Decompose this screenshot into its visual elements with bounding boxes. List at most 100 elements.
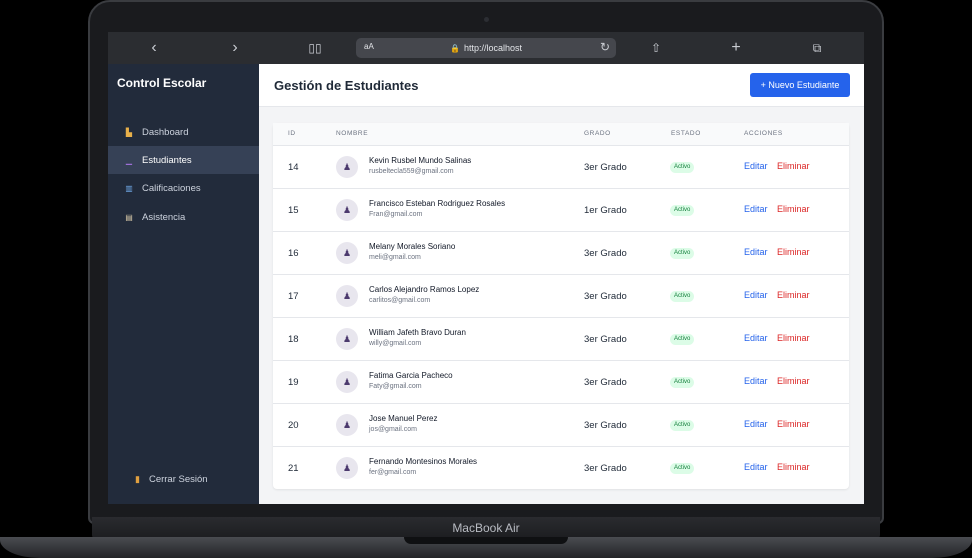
sidebar-item-calificaciones[interactable]: ▥ Calificaciones bbox=[108, 174, 259, 202]
edit-link[interactable]: Editar bbox=[744, 333, 768, 343]
screen: ‹ › ▯▯ aA 🔒 http://localhost ↻ ⇧ + ⧉ Con… bbox=[108, 32, 864, 504]
student-id: 20 bbox=[288, 420, 299, 431]
student-grade: 3er Grado bbox=[584, 248, 627, 259]
status-badge: Activo bbox=[670, 420, 695, 431]
user-icon: ♟ bbox=[336, 328, 358, 350]
lock-icon: 🔒 bbox=[449, 43, 460, 53]
logout-label: Cerrar Sesión bbox=[148, 474, 208, 485]
student-email: meli@gmail.com bbox=[369, 254, 421, 261]
table-row: 20 ♟ Jose Manuel Perez jos@gmail.com 3er Gra… bbox=[273, 403, 849, 446]
student-grade: 3er Grado bbox=[584, 162, 627, 173]
device-label: MacBook Air bbox=[452, 521, 520, 535]
table-row: 16 ♟ Melany Morales Soriano meli@gmail.com 3… bbox=[273, 231, 849, 274]
text-size-button[interactable]: aA bbox=[364, 42, 374, 51]
delete-link[interactable]: Eliminar bbox=[777, 290, 810, 300]
student-grade: 3er Grado bbox=[584, 334, 627, 345]
table-row: 18 ♟ William Jafeth Bravo Duran willy@gmail… bbox=[273, 317, 849, 360]
new-tab-icon[interactable]: + bbox=[726, 38, 746, 58]
student-email: rusbeltecla559@gmail.com bbox=[369, 168, 454, 175]
school-icon: ▙ bbox=[125, 127, 133, 137]
edit-link[interactable]: Editar bbox=[744, 462, 768, 472]
status-badge: Activo bbox=[670, 205, 695, 216]
url-text: http://localhost bbox=[463, 43, 522, 53]
status-badge: Activo bbox=[670, 463, 695, 474]
student-email: Fran@gmail.com bbox=[369, 211, 423, 218]
student-id: 18 bbox=[288, 334, 299, 345]
edit-link[interactable]: Editar bbox=[744, 161, 768, 171]
delete-link[interactable]: Eliminar bbox=[777, 247, 810, 257]
clipboard-icon: ▤ bbox=[125, 212, 133, 222]
student-grade: 3er Grado bbox=[584, 377, 627, 388]
user-icon: ♟ bbox=[336, 371, 358, 393]
chart-icon: ▥ bbox=[125, 183, 133, 193]
student-id: 16 bbox=[288, 248, 299, 259]
tabs-icon[interactable]: ⧉ bbox=[807, 38, 827, 58]
student-grade: 3er Grado bbox=[584, 463, 627, 474]
table-row: 14 ♟ Kevin Rusbel Mundo Salinas rusbeltecla… bbox=[273, 145, 849, 188]
door-icon: ▮ bbox=[135, 474, 140, 484]
student-email: willy@gmail.com bbox=[369, 340, 422, 347]
book-icon[interactable]: ▯▯ bbox=[305, 38, 325, 58]
laptop-notch bbox=[404, 537, 568, 544]
delete-link[interactable]: Eliminar bbox=[777, 376, 810, 386]
student-email: carlitos@gmail.com bbox=[369, 297, 431, 304]
status-badge: Activo bbox=[670, 291, 695, 302]
share-icon[interactable]: ⇧ bbox=[646, 38, 666, 58]
browser-toolbar: ‹ › ▯▯ aA 🔒 http://localhost ↻ ⇧ + ⧉ bbox=[108, 32, 864, 64]
back-icon[interactable]: ‹ bbox=[144, 38, 164, 58]
student-email: fer@gmail.com bbox=[369, 469, 417, 476]
sidebar-item-asistencia[interactable]: ▤ Asistencia bbox=[108, 203, 259, 231]
delete-link[interactable]: Eliminar bbox=[777, 462, 810, 472]
student-name: Melany Morales Soriano bbox=[369, 242, 456, 251]
student-email: jos@gmail.com bbox=[369, 426, 417, 433]
delete-link[interactable]: Eliminar bbox=[777, 204, 810, 214]
student-id: 15 bbox=[288, 205, 299, 216]
delete-link[interactable]: Eliminar bbox=[777, 161, 810, 171]
delete-link[interactable]: Eliminar bbox=[777, 419, 810, 429]
new-student-button[interactable]: + Nuevo Estudiante bbox=[750, 73, 850, 97]
student-grade: 1er Grado bbox=[584, 205, 627, 216]
sidebar-item-estudiantes[interactable]: ▁ Estudiantes bbox=[108, 146, 259, 174]
address-bar[interactable]: aA 🔒 http://localhost ↻ bbox=[356, 38, 616, 58]
user-icon: ♟ bbox=[336, 199, 358, 221]
page-header: Gestión de Estudiantes + Nuevo Estudiant… bbox=[259, 64, 864, 107]
status-badge: Activo bbox=[670, 334, 695, 345]
sidebar-item-label: Estudiantes bbox=[142, 154, 192, 166]
sidebar-item-label: Calificaciones bbox=[142, 182, 201, 194]
table-row: 21 ♟ Fernando Montesinos Morales fer@gmail.… bbox=[273, 446, 849, 489]
column-header-actions: ACCIONES bbox=[744, 130, 783, 137]
delete-link[interactable]: Eliminar bbox=[777, 333, 810, 343]
sidebar-item-label: Dashboard bbox=[142, 126, 189, 138]
student-id: 21 bbox=[288, 463, 299, 474]
student-name: Jose Manuel Perez bbox=[369, 414, 438, 423]
column-header-status: ESTADO bbox=[671, 130, 701, 137]
column-header-grade: GRADO bbox=[584, 130, 611, 137]
user-icon: ♟ bbox=[336, 242, 358, 264]
app-title: Control Escolar bbox=[117, 76, 207, 90]
student-name: Carlos Alejandro Ramos Lopez bbox=[369, 285, 480, 294]
reload-icon[interactable]: ↻ bbox=[600, 40, 610, 54]
student-email: Faty@gmail.com bbox=[369, 383, 422, 390]
table-row: 19 ♟ Fatima Garcia Pacheco Faty@gmail.com 3e… bbox=[273, 360, 849, 403]
edit-link[interactable]: Editar bbox=[744, 376, 768, 386]
column-header-id: ID bbox=[288, 130, 296, 137]
user-icon: ♟ bbox=[336, 285, 358, 307]
user-icon: ♟ bbox=[336, 156, 358, 178]
table-row: 15 ♟ Francisco Esteban Rodriguez Rosales Fr… bbox=[273, 188, 849, 231]
camera bbox=[484, 17, 489, 22]
forward-icon[interactable]: › bbox=[225, 38, 245, 58]
student-grade: 3er Grado bbox=[584, 420, 627, 431]
edit-link[interactable]: Editar bbox=[744, 247, 768, 257]
sidebar-item-dashboard[interactable]: ▙ Dashboard bbox=[108, 118, 259, 146]
edit-link[interactable]: Editar bbox=[744, 419, 768, 429]
page-title: Gestión de Estudiantes bbox=[274, 78, 419, 93]
status-badge: Activo bbox=[670, 248, 695, 259]
students-icon: ▁ bbox=[125, 155, 133, 165]
student-id: 17 bbox=[288, 291, 299, 302]
logout-button[interactable]: ▮ Cerrar Sesión bbox=[135, 474, 208, 485]
edit-link[interactable]: Editar bbox=[744, 204, 768, 214]
column-header-name: NOMBRE bbox=[336, 130, 369, 137]
students-table: ID NOMBRE GRADO ESTADO ACCIONES 14 ♟ Kevin… bbox=[273, 123, 849, 489]
status-badge: Activo bbox=[670, 162, 695, 173]
edit-link[interactable]: Editar bbox=[744, 290, 768, 300]
